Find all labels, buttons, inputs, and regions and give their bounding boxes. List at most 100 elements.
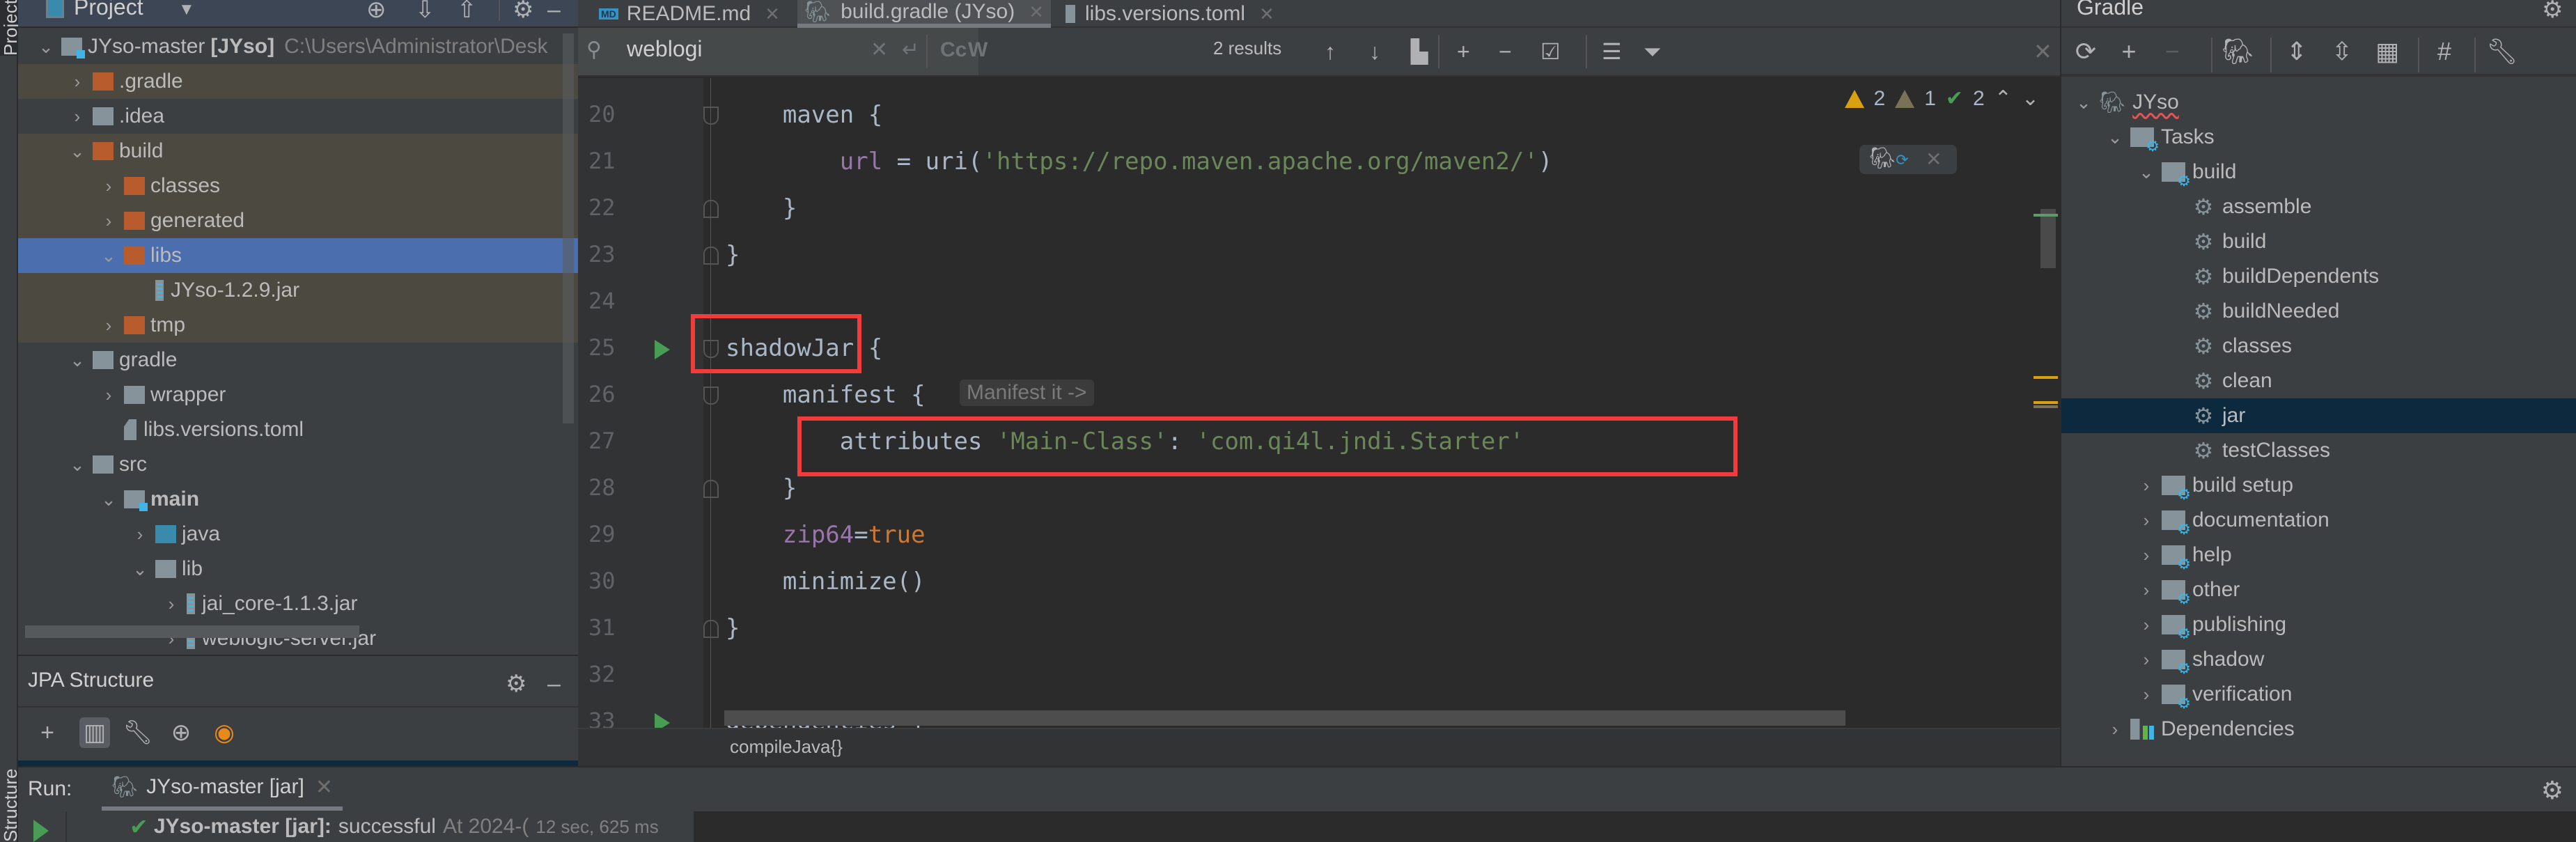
gradle-tree-item[interactable]: ⚙ clean <box>2061 364 2576 398</box>
show-bars-icon[interactable]: ▥ <box>79 717 110 748</box>
locate-icon[interactable]: ⊕ <box>166 717 196 748</box>
tree-item[interactable]: ⌄ lib <box>18 552 578 586</box>
gear-icon[interactable]: ⚙ <box>2541 776 2563 805</box>
gradle-tree-item[interactable]: › help <box>2061 538 2576 573</box>
fold-end-icon[interactable] <box>703 620 719 638</box>
collapse-all-icon[interactable]: ⇳ <box>2326 36 2358 67</box>
tree-item[interactable]: › .gradle <box>18 64 578 99</box>
gradle-tree-item[interactable]: ⚙ buildDependents <box>2061 259 2576 294</box>
fold-end-icon[interactable] <box>703 480 719 498</box>
chevron-right-icon[interactable]: › <box>69 106 86 127</box>
gradle-tree-item[interactable]: ⚙ buildNeeded <box>2061 294 2576 329</box>
tree-item[interactable]: › java <box>18 517 578 552</box>
close-icon[interactable]: ✕ <box>1926 148 1942 171</box>
chevron-down-icon[interactable]: ⌄ <box>69 454 86 476</box>
tree-item[interactable]: › wrapper <box>18 377 578 412</box>
reload-icon[interactable]: ⟳ <box>2070 36 2102 67</box>
run-tab[interactable]: 🐘︎ JYso-master [jar] ✕ <box>102 767 343 811</box>
gradle-tree-item[interactable]: › Dependencies <box>2061 712 2576 747</box>
chevron-right-icon[interactable]: › <box>163 593 180 615</box>
run-gutter-icon[interactable] <box>655 340 670 359</box>
execute-gradle-task-icon[interactable]: 🐘︎ <box>2222 36 2254 67</box>
gradle-reload-icon[interactable]: 🐘︎⟳ <box>1869 146 1909 171</box>
chevron-down-icon[interactable]: ⌄ <box>69 350 86 371</box>
build-result-row[interactable]: ✔ JYso-master [jar]: successful At 2024-… <box>67 811 694 842</box>
next-highlight-icon[interactable]: ⌄ <box>2022 86 2039 111</box>
chevron-down-icon[interactable]: ⌄ <box>100 245 117 267</box>
tree-item[interactable]: libs.versions.toml <box>18 412 578 447</box>
tree-item[interactable]: ⌄ JYso-master [JYso] C:\Users\Administrator… <box>18 29 578 64</box>
code-area[interactable]: 20 maven {21 url = uri('https://repo.mav… <box>578 0 2040 735</box>
chevron-down-icon[interactable]: ⌄ <box>2138 162 2155 183</box>
chevron-right-icon[interactable]: › <box>2138 475 2155 497</box>
gradle-tree-item[interactable]: › build setup <box>2061 468 2576 504</box>
fold-end-icon[interactable] <box>703 200 719 218</box>
breadcrumb[interactable]: compileJava{} <box>730 736 843 758</box>
toggle-offline-icon[interactable]: # <box>2428 36 2460 67</box>
chevron-down-icon[interactable]: ⌄ <box>132 559 148 580</box>
close-icon[interactable]: ✕ <box>315 775 333 800</box>
warning-marker[interactable] <box>2034 401 2058 404</box>
hide-icon[interactable]: – <box>547 0 561 24</box>
chevron-right-icon[interactable]: › <box>100 210 117 232</box>
change-marker[interactable] <box>2034 214 2058 217</box>
add-icon[interactable]: + <box>32 717 63 748</box>
chevron-right-icon[interactable]: › <box>2138 545 2155 566</box>
warning-marker[interactable] <box>2034 376 2058 379</box>
gradle-tree-item[interactable]: ⌄ Tasks <box>2061 120 2576 155</box>
expand-all-icon[interactable]: ⇕ <box>2281 36 2313 67</box>
chevron-right-icon[interactable]: › <box>2138 614 2155 636</box>
gradle-tree-item[interactable]: ⚙ testClasses <box>2061 433 2576 468</box>
project-view-selector[interactable]: Project <box>74 0 143 20</box>
project-tree-horizontal-scrollbar[interactable] <box>25 625 359 638</box>
chevron-right-icon[interactable]: › <box>2138 649 2155 671</box>
inspections-widget[interactable]: 2 1 ✔ 2 ⌃ ⌄ <box>1844 86 2039 111</box>
chevron-down-icon[interactable]: ⌄ <box>38 36 54 58</box>
gear-icon[interactable]: ⚙ <box>513 0 533 24</box>
tree-item[interactable]: ⌄ gradle <box>18 343 578 377</box>
fold-end-icon[interactable] <box>703 247 719 265</box>
hide-icon[interactable]: – <box>547 670 561 698</box>
gradle-tree-item[interactable]: ⚙ build <box>2061 224 2576 259</box>
tree-item[interactable]: ⌄ src <box>18 447 578 482</box>
gradle-tree-item[interactable]: › documentation <box>2061 503 2576 538</box>
tree-item[interactable]: JYso-1.2.9.jar <box>18 273 578 308</box>
wrench-icon[interactable]: 🔧︎ <box>123 717 153 748</box>
fold-start-icon[interactable] <box>703 107 719 125</box>
weak-warning-marker[interactable] <box>2034 405 2058 408</box>
previous-highlight-icon[interactable]: ⌃ <box>1995 86 2012 111</box>
build-tool-settings-icon[interactable]: 🔧︎ <box>2486 36 2518 67</box>
gradle-tree-item[interactable]: › publishing <box>2061 607 2576 643</box>
gradle-tree-item[interactable]: ⚙ jar <box>2061 398 2576 433</box>
gear-icon[interactable]: ⚙ <box>2542 0 2563 24</box>
tree-item[interactable]: ⌄ main <box>18 482 578 517</box>
gear-icon[interactable]: ⚙ <box>506 670 526 698</box>
fold-start-icon[interactable] <box>703 387 719 405</box>
collapse-all-icon[interactable]: ⇧ <box>457 0 477 24</box>
tree-item[interactable]: › .idea <box>18 99 578 134</box>
chevron-right-icon[interactable]: › <box>2138 579 2155 601</box>
chevron-right-icon[interactable]: › <box>2107 719 2123 740</box>
project-tool-button[interactable]: Project <box>0 0 21 56</box>
chevron-right-icon[interactable]: › <box>100 315 117 336</box>
chevron-down-icon[interactable]: ⌄ <box>69 141 86 162</box>
gradle-tree-item[interactable]: › other <box>2061 572 2576 608</box>
tree-item[interactable]: › classes <box>18 169 578 203</box>
chevron-right-icon[interactable]: › <box>132 524 148 545</box>
project-tree-vertical-scrollbar[interactable] <box>563 33 574 423</box>
expand-all-icon[interactable]: ⇩ <box>415 0 435 24</box>
chevron-right-icon[interactable]: › <box>2138 510 2155 531</box>
editor-vertical-scrollbar[interactable] <box>2040 209 2056 268</box>
chevron-down-icon[interactable]: ▼ <box>178 0 195 24</box>
tree-item[interactable]: › generated <box>18 203 578 238</box>
chevron-right-icon[interactable]: › <box>100 384 117 406</box>
add-icon[interactable]: + <box>2113 36 2145 67</box>
structure-tool-button[interactable]: Structure <box>0 759 21 842</box>
tree-item[interactable]: › tmp <box>18 308 578 343</box>
chevron-down-icon[interactable]: ⌄ <box>2107 127 2123 148</box>
gradle-tree-item[interactable]: › shadow <box>2061 642 2576 678</box>
locate-icon[interactable]: ⊕ <box>366 0 387 24</box>
gradle-tree-item[interactable]: ⌄ build <box>2061 155 2576 190</box>
editor-horizontal-scrollbar[interactable] <box>724 710 1845 726</box>
tree-item[interactable]: › jai_core-1.1.3.jar <box>18 586 578 621</box>
